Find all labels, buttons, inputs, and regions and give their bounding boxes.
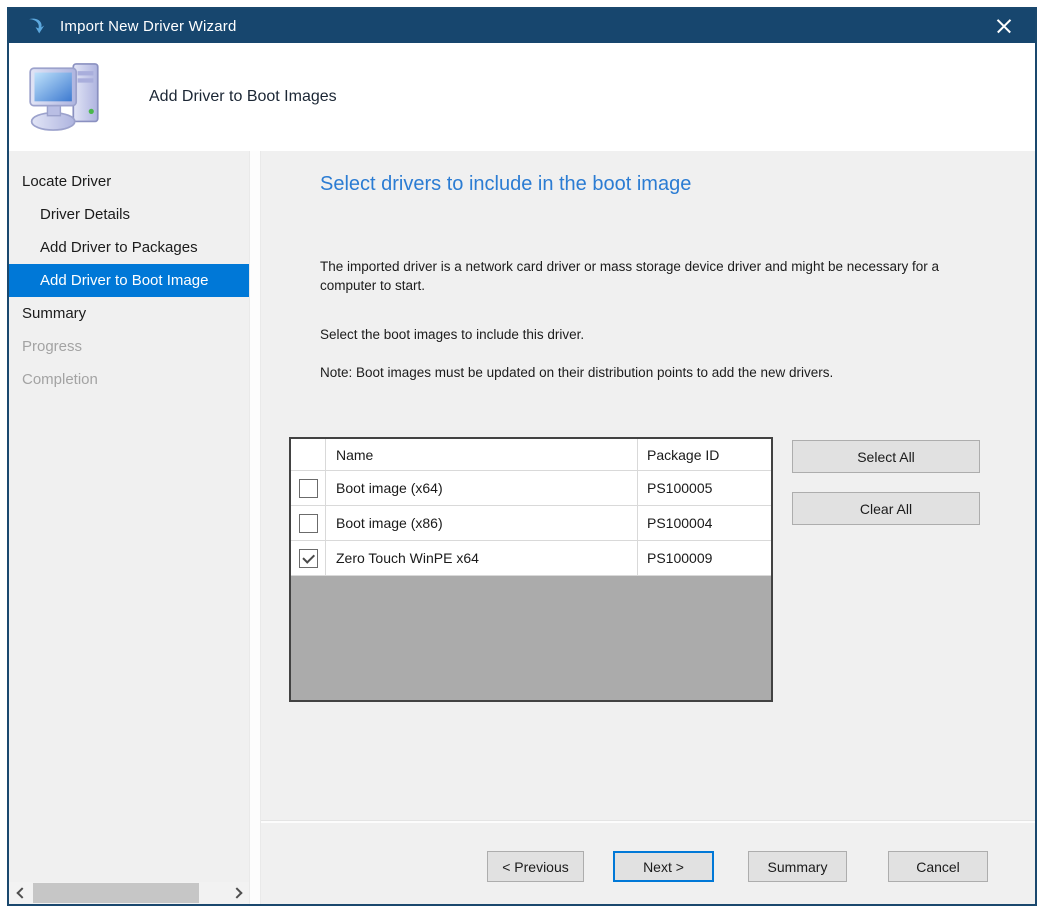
sidebar-item-progress[interactable]: Progress: [9, 330, 249, 363]
boot-image-name: Boot image (x64): [326, 471, 638, 505]
previous-button[interactable]: < Previous: [487, 851, 584, 882]
row-checkbox[interactable]: [299, 479, 318, 498]
sidebar-item-label: Driver Details: [40, 206, 130, 223]
next-button[interactable]: Next >: [613, 851, 714, 882]
boot-image-name: Boot image (x86): [326, 506, 638, 540]
sidebar-content-divider: [249, 151, 261, 904]
content-heading: Select drivers to include in the boot im…: [320, 173, 691, 196]
package-id: PS100005: [638, 471, 771, 505]
sidebar-item-locate-driver[interactable]: Locate Driver: [9, 165, 249, 198]
sidebar-item-add-driver-to-boot-image[interactable]: Add Driver to Boot Image: [9, 264, 249, 297]
sidebar-item-label: Add Driver to Boot Image: [40, 272, 208, 289]
row-checkbox[interactable]: [299, 514, 318, 533]
row-checkbox[interactable]: [299, 549, 318, 568]
wizard-window: Import New Driver Wizard: [7, 7, 1037, 906]
name-column-header: Name: [326, 439, 638, 470]
summary-button[interactable]: Summary: [748, 851, 847, 882]
wizard-steps-sidebar: Locate Driver Driver Details Add Driver …: [9, 151, 249, 904]
scroll-left-button[interactable]: [9, 882, 31, 904]
boot-images-table: Name Package ID Boot image (x64) PS10000…: [289, 437, 773, 702]
package-id-column-header: Package ID: [638, 439, 771, 470]
close-button[interactable]: [981, 9, 1027, 43]
sidebar-item-summary[interactable]: Summary: [9, 297, 249, 330]
checkbox-column-header: [291, 439, 326, 470]
import-arrow-icon: [25, 15, 47, 37]
select-all-button[interactable]: Select All: [792, 440, 980, 473]
package-id: PS100004: [638, 506, 771, 540]
sidebar-item-label: Locate Driver: [22, 173, 111, 190]
title-bar: Import New Driver Wizard: [9, 9, 1035, 43]
table-row[interactable]: Boot image (x86) PS100004: [291, 506, 771, 541]
boot-image-name: Zero Touch WinPE x64: [326, 541, 638, 575]
sidebar-item-add-driver-to-packages[interactable]: Add Driver to Packages: [9, 231, 249, 264]
table-row[interactable]: Zero Touch WinPE x64 PS100009: [291, 541, 771, 576]
sidebar-item-label: Summary: [22, 305, 86, 322]
content-pane: Select drivers to include in the boot im…: [261, 151, 1035, 904]
wizard-body: Locate Driver Driver Details Add Driver …: [9, 151, 1035, 904]
sidebar-item-label: Completion: [22, 371, 98, 388]
table-row[interactable]: Boot image (x64) PS100005: [291, 471, 771, 506]
page-title: Add Driver to Boot Images: [149, 88, 337, 106]
package-id: PS100009: [638, 541, 771, 575]
chevron-right-icon: [231, 887, 242, 898]
wizard-header: Add Driver to Boot Images: [9, 43, 1035, 151]
cancel-button[interactable]: Cancel: [888, 851, 988, 882]
sidebar-item-label: Add Driver to Packages: [40, 239, 198, 256]
sidebar-item-completion[interactable]: Completion: [9, 363, 249, 396]
scroll-right-button[interactable]: [227, 882, 249, 904]
footer-divider: [261, 820, 1035, 823]
intro-text: The imported driver is a network card dr…: [320, 257, 984, 295]
sidebar-item-driver-details[interactable]: Driver Details: [9, 198, 249, 231]
table-empty-area: [291, 576, 771, 700]
instruction-text: Select the boot images to include this d…: [320, 325, 984, 344]
sidebar-horizontal-scrollbar[interactable]: [9, 882, 249, 904]
sidebar-item-label: Progress: [22, 338, 82, 355]
scrollbar-thumb[interactable]: [33, 883, 199, 903]
clear-all-button[interactable]: Clear All: [792, 492, 980, 525]
table-header-row: Name Package ID: [291, 439, 771, 471]
chevron-left-icon: [16, 887, 27, 898]
window-title: Import New Driver Wizard: [60, 18, 981, 35]
note-text: Note: Boot images must be updated on the…: [320, 363, 1000, 382]
computer-icon: [23, 51, 115, 143]
